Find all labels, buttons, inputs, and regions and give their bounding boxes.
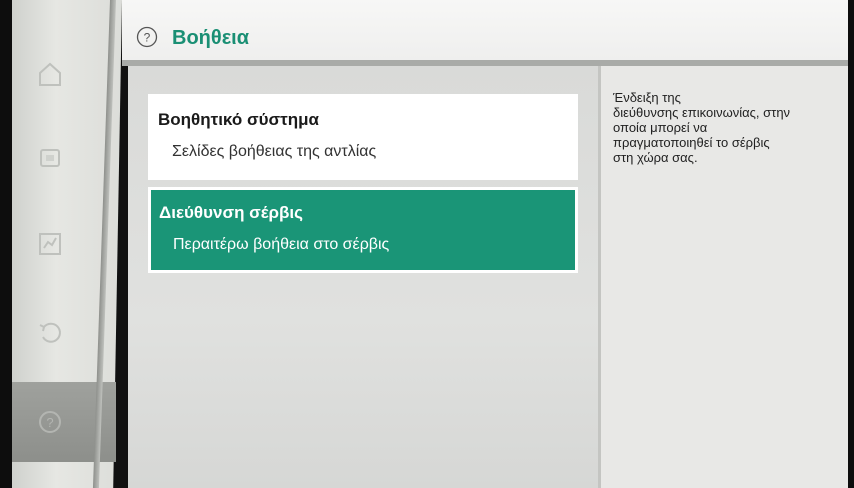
info-panel: Ένδειξη της διεύθυνσης επικοινωνίας, στη… bbox=[598, 66, 851, 488]
bezel-right bbox=[848, 0, 854, 488]
home-icon bbox=[39, 62, 61, 86]
device-icon bbox=[40, 149, 60, 167]
svg-text:?: ? bbox=[144, 31, 151, 45]
menu-item-help-system[interactable]: Βοηθητικό σύστημα Σελίδες βοήθειας της α… bbox=[148, 94, 578, 180]
undo-icon bbox=[39, 322, 61, 343]
nav-help-button[interactable]: ? bbox=[28, 400, 72, 444]
menu-item-subtitle: Περαιτέρω βοήθεια στο σέρβις bbox=[173, 236, 390, 253]
page-title: Βοήθεια bbox=[172, 27, 250, 49]
menu-item-title: Διεύθυνση σέρβις bbox=[159, 203, 303, 222]
settings-chart-icon bbox=[39, 233, 61, 255]
menu-item-subtitle: Σελίδες βοήθειας της αντλίας bbox=[172, 143, 377, 160]
menu-item-service-address[interactable]: Διεύθυνση σέρβις Περαιτέρω βοήθεια στο σ… bbox=[148, 187, 578, 273]
nav-device-button[interactable] bbox=[28, 136, 72, 180]
svg-text:?: ? bbox=[46, 415, 53, 430]
header-bar: ? Βοήθεια bbox=[122, 0, 848, 66]
help-circle-icon: ? bbox=[136, 26, 158, 48]
nav-back-button[interactable] bbox=[28, 310, 72, 354]
bezel-left bbox=[0, 0, 12, 488]
nav-settings-button[interactable] bbox=[28, 222, 72, 266]
menu-item-title: Βοηθητικό σύστημα bbox=[158, 110, 319, 129]
help-icon: ? bbox=[39, 411, 61, 433]
screen: ? ? Βοήθεια Βοηθητικό σύστημα Σελίδες βο… bbox=[0, 0, 854, 488]
nav-home-button[interactable] bbox=[28, 52, 72, 96]
info-text: Ένδειξη της διεύθυνσης επικοινωνίας, στη… bbox=[613, 90, 791, 165]
